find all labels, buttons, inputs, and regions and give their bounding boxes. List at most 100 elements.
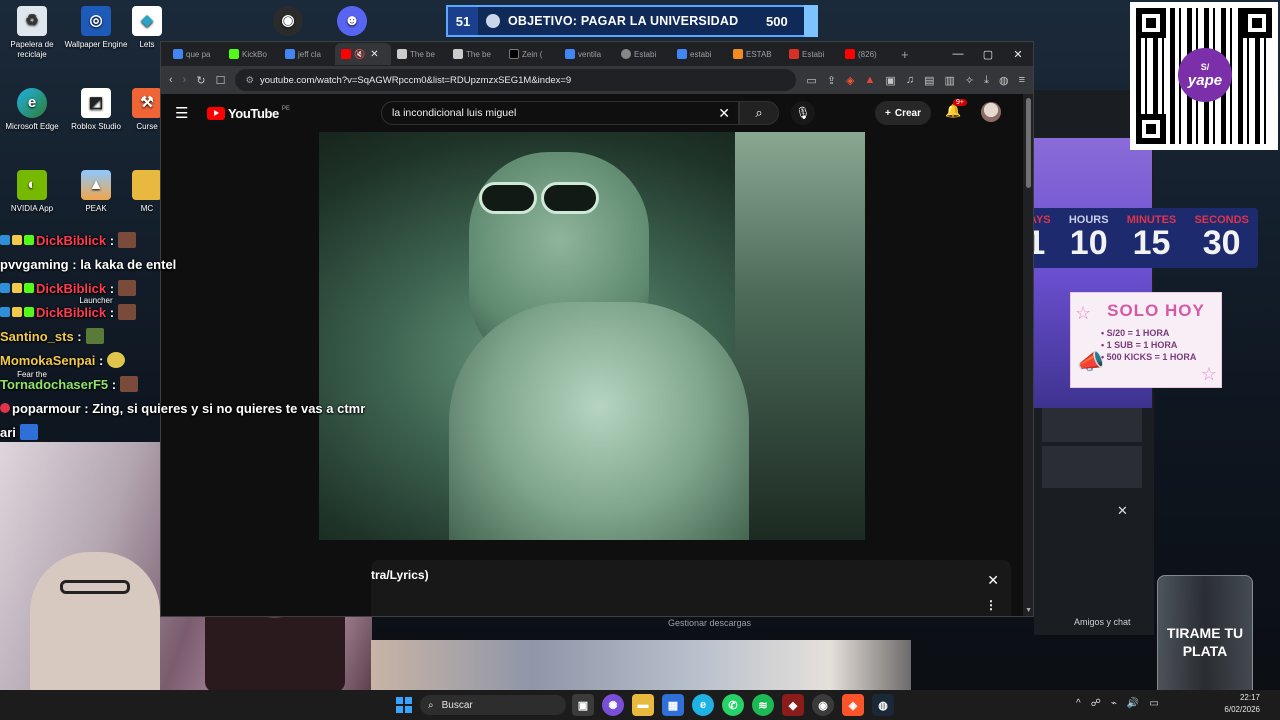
leo-ai-icon[interactable]: ✧ — [965, 74, 974, 87]
desktop-icon-folder[interactable]: MC — [130, 170, 164, 214]
edge-icon[interactable]: e — [692, 694, 714, 716]
browser-tab-active[interactable]: 🔇 ✕ — [335, 43, 391, 65]
minimize-button[interactable]: — — [943, 42, 973, 66]
clock-time: 22:17 — [1239, 693, 1260, 702]
page-scrollbar[interactable] — [1026, 98, 1031, 188]
browser-tab[interactable]: Estabi — [783, 43, 839, 65]
youtube-icon — [341, 49, 351, 59]
desktop-icon-recycle-bin[interactable]: ♻ Papelera de reciclaje — [0, 6, 64, 60]
music-icon[interactable]: ♫ — [906, 74, 914, 86]
desktop-icon-discord[interactable]: ☻ — [320, 6, 384, 40]
desktop-icon-obs[interactable]: ◉ — [256, 6, 320, 40]
maximize-button[interactable]: ▢ — [973, 42, 1003, 66]
background-video-strip — [371, 640, 911, 690]
chevron-up-icon[interactable]: ^ — [1076, 698, 1081, 709]
menu-icon[interactable]: ≡ — [1019, 74, 1025, 86]
store-icon[interactable]: ▦ — [662, 694, 684, 716]
sidebar-icon[interactable]: ▣ — [885, 74, 895, 87]
voice-search-button[interactable]: 🎙 — [791, 101, 815, 125]
desktop-icon-curse[interactable]: ⚒ Curse — [130, 88, 164, 132]
browser-tab[interactable]: ESTAB — [727, 43, 783, 65]
whatsapp-icon[interactable]: ✆ — [722, 694, 744, 716]
start-button[interactable] — [396, 697, 412, 713]
youtube-logo[interactable]: YouTube PE — [207, 106, 290, 121]
back-icon[interactable]: ‹ — [169, 74, 173, 86]
task-view-icon[interactable]: ▣ — [572, 694, 594, 716]
manage-downloads-label[interactable]: Gestionar descargas — [668, 618, 751, 628]
hamburger-menu-icon[interactable]: ☰ — [175, 104, 197, 122]
reading-list-icon[interactable]: ▤ — [924, 74, 934, 87]
reload-icon[interactable]: ↻ — [196, 74, 205, 87]
close-tab-icon[interactable]: ✕ — [370, 49, 378, 60]
forward-icon[interactable]: › — [183, 74, 187, 86]
browser-tab[interactable]: ventila — [559, 43, 615, 65]
desktop-icon-peak[interactable]: ▲ PEAK — [64, 170, 128, 214]
taskbar-search[interactable]: ⌕ Buscar — [420, 695, 566, 715]
close-icon[interactable]: ✕ — [1117, 503, 1128, 519]
cast-icon[interactable]: ▭ — [806, 74, 816, 87]
friends-chat-label[interactable]: Amigos y chat — [1074, 617, 1131, 627]
desktop-icon-wallpaper-engine[interactable]: ◎ Wallpaper Engine — [64, 6, 128, 50]
emote-icon — [120, 376, 139, 392]
x-icon — [509, 49, 519, 59]
solo-hoy-promo: ☆ ☆ 📣 SOLO HOY • S/20 = 1 HORA • 1 SUB =… — [1070, 292, 1222, 388]
vpn-icon[interactable]: ◍ — [999, 74, 1009, 87]
browser-tab[interactable]: KickBo — [223, 43, 279, 65]
browser-tab[interactable]: jeff cla — [279, 43, 335, 65]
brave-shield-icon[interactable]: ◈ — [846, 74, 854, 87]
browser-tab[interactable]: The be — [391, 43, 447, 65]
wallet-icon[interactable]: ▥ — [944, 74, 954, 87]
chat-text: Zing, si quieres y si no quieres te vas … — [92, 400, 366, 416]
site-info-icon[interactable]: ⚙ — [245, 75, 254, 86]
desktop-icon-lets[interactable]: ◆ Lets — [130, 6, 164, 50]
brave-rewards-icon[interactable]: ▲ — [865, 74, 876, 86]
share-icon[interactable]: ⇪ — [827, 74, 836, 87]
bookmark-icon[interactable]: ☐ — [216, 74, 226, 87]
battery-icon[interactable]: ▭ — [1149, 698, 1158, 709]
desktop-icon-roblox-studio[interactable]: ◩ Roblox Studio — [64, 88, 128, 132]
countdown-minutes: MINUTES 15 — [1127, 208, 1177, 268]
desktop-icon-nvidia[interactable]: ◐ NVIDIA App — [0, 170, 64, 214]
search-button[interactable]: ⌕ — [739, 101, 779, 125]
scroll-down-arrow-icon[interactable]: ▼ — [1025, 607, 1032, 614]
edge-icon: e — [17, 88, 47, 118]
close-miniplayer-icon[interactable]: ✕ — [987, 572, 999, 589]
browser-tab[interactable]: Zein ( — [503, 43, 559, 65]
browser-tab[interactable]: (826) — [839, 43, 895, 65]
file-explorer-icon[interactable]: ▬ — [632, 694, 654, 716]
desktop-icon-edge[interactable]: e Microsoft Edge — [0, 88, 64, 132]
tip-jar-overlay: TIRAME TU PLATA — [1157, 575, 1253, 705]
browser-tab[interactable]: estabi — [671, 43, 727, 65]
search-input[interactable] — [392, 107, 719, 119]
create-button[interactable]: + Crear — [875, 101, 931, 125]
new-tab-button[interactable]: + — [901, 47, 909, 62]
more-options-icon[interactable]: ⋮ — [985, 598, 997, 612]
video-player[interactable] — [319, 132, 865, 540]
account-avatar[interactable] — [981, 102, 1001, 122]
volume-icon[interactable]: 🔊 — [1127, 698, 1139, 709]
copilot-icon[interactable]: ✺ — [602, 694, 624, 716]
brave-icon[interactable]: ◈ — [842, 694, 864, 716]
desktop-icon-label: MC — [140, 204, 154, 213]
video-title[interactable]: tra/Lyrics) — [371, 568, 429, 582]
download-icon[interactable]: ⤓ — [984, 74, 989, 87]
browser-tab[interactable]: que pa — [167, 43, 223, 65]
site-icon — [621, 49, 631, 59]
obs-icon[interactable]: ◉ — [812, 694, 834, 716]
close-window-button[interactable]: ✕ — [1003, 42, 1033, 66]
spotify-icon[interactable]: ≋ — [752, 694, 774, 716]
clear-search-icon[interactable]: ✕ — [718, 105, 730, 122]
network-icon[interactable]: ⌁ — [1111, 698, 1117, 709]
taskbar-clock[interactable]: 22:17 6/02/2026 — [1224, 692, 1260, 716]
vpn-icon[interactable]: ☍ — [1091, 698, 1101, 709]
steam-icon[interactable]: ◍ — [872, 694, 894, 716]
address-bar[interactable]: ⚙ youtube.com/watch?v=SqAGWRpccm0&list=R… — [235, 69, 797, 91]
system-tray: ^ ☍ ⌁ 🔊 ▭ — [1076, 698, 1159, 709]
browser-tab[interactable]: Estabi — [615, 43, 671, 65]
chat-message: MomokaSenpai : — [0, 348, 380, 372]
browser-tab[interactable]: The be — [447, 43, 503, 65]
chat-username: MomokaSenpai — [0, 352, 96, 368]
dota-icon[interactable]: ◆ — [782, 694, 804, 716]
tab-title: que pa — [186, 49, 211, 59]
tab-title: The be — [410, 49, 435, 59]
